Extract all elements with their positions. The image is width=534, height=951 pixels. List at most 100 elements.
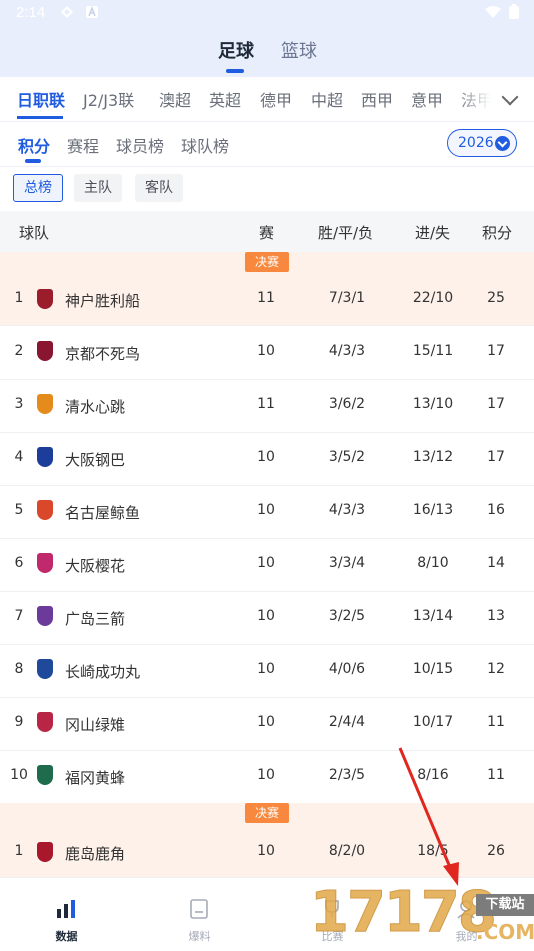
- team-logo-icon: [37, 394, 53, 414]
- team-logo-icon: [37, 553, 53, 573]
- games: 10: [257, 767, 275, 783]
- table-row[interactable]: 3 清水心跳 11 3/6/2 13/10 17: [0, 379, 534, 433]
- tab-standings[interactable]: 积分: [18, 133, 50, 157]
- rank: 1: [14, 290, 24, 306]
- rank: 4: [14, 449, 24, 465]
- goals: 13/14: [412, 608, 454, 624]
- wdl: 3/2/5: [328, 608, 366, 624]
- league-tab-csl[interactable]: 中超: [311, 87, 343, 111]
- table-row[interactable]: 7 广岛三箭 10 3/2/5 13/14 13: [0, 591, 534, 645]
- header-games: 赛: [259, 224, 275, 242]
- games: 10: [257, 555, 275, 571]
- nav-data[interactable]: 数据: [0, 878, 133, 951]
- points: 17: [487, 343, 505, 359]
- sub-tabs: 积分 赛程 球员榜 球队榜 2026: [0, 121, 534, 167]
- filter-away[interactable]: 客队: [135, 174, 183, 202]
- watermark-sub: 下载站: [476, 894, 534, 916]
- table-row[interactable]: 5 名古屋鲸鱼 10 4/3/3 16/13 16: [0, 485, 534, 539]
- goals: 22/10: [412, 290, 454, 306]
- season-selector[interactable]: 2026: [447, 129, 517, 157]
- games: 11: [257, 290, 275, 306]
- wdl: 3/3/4: [328, 555, 366, 571]
- league-tab-bundesliga[interactable]: 德甲: [260, 87, 292, 111]
- games: 11: [257, 396, 275, 412]
- team-logo-icon: [37, 341, 53, 361]
- header-team: 球队: [19, 224, 50, 242]
- points: 26: [487, 843, 505, 859]
- team-name: 长崎成功丸: [65, 663, 141, 681]
- wdl: 3/6/2: [328, 396, 366, 412]
- table-row[interactable]: 10 福冈黄蜂 10 2/3/5 8/16 11: [0, 750, 534, 804]
- points: 11: [487, 714, 505, 730]
- rank: 1: [14, 843, 24, 859]
- nav-label: 数据: [55, 930, 78, 943]
- tab-team-ranking[interactable]: 球队榜: [181, 133, 229, 157]
- playoff-badge: 决赛: [245, 803, 289, 823]
- team-name: 名古屋鲸鱼: [65, 504, 141, 522]
- battery-icon: [509, 4, 519, 19]
- league-tab-laliga[interactable]: 西甲: [361, 87, 393, 111]
- team-name: 福冈黄蜂: [65, 769, 126, 787]
- points: 11: [487, 767, 505, 783]
- table-row[interactable]: 2 京都不死鸟 10 4/3/3 15/11 17: [0, 326, 534, 380]
- filter-bar: 总榜 主队 客队: [0, 167, 534, 211]
- rank: 9: [14, 714, 24, 730]
- rank: 10: [10, 767, 28, 783]
- table-row[interactable]: 决赛 1 鹿岛鹿角 10 8/2/0 18/5 26: [0, 803, 534, 877]
- wdl: 8/2/0: [328, 843, 366, 859]
- chevron-down-icon: [495, 136, 510, 151]
- league-tab-epl[interactable]: 英超: [209, 87, 241, 111]
- team-logo-icon: [37, 447, 53, 467]
- watermark-main: 17178: [310, 880, 498, 946]
- table-row[interactable]: 9 冈山绿雉 10 2/4/4 10/17 11: [0, 697, 534, 751]
- table-row[interactable]: 8 长崎成功丸 10 4/0/6 10/15 12: [0, 644, 534, 698]
- wdl: 2/4/4: [328, 714, 366, 730]
- team-name: 大阪钢巴: [65, 451, 126, 469]
- rank: 2: [14, 343, 24, 359]
- wdl: 4/3/3: [328, 343, 366, 359]
- header-points: 积分: [482, 224, 513, 242]
- playoff-badge: 决赛: [245, 252, 289, 272]
- tab-football[interactable]: 足球: [218, 37, 254, 63]
- rank: 5: [14, 502, 24, 518]
- filter-overall[interactable]: 总榜: [13, 174, 63, 202]
- league-tab-seriea[interactable]: 意甲: [411, 87, 443, 111]
- document-icon: [190, 899, 208, 919]
- games: 10: [257, 843, 275, 859]
- league-tab-j2j3[interactable]: J2/J3联: [83, 87, 134, 111]
- table-header: 球队 赛 胜/平/负 进/失 积分: [0, 211, 534, 252]
- sport-tabs: 足球 篮球: [0, 37, 534, 77]
- points: 13: [487, 608, 505, 624]
- tab-schedule[interactable]: 赛程: [67, 133, 99, 157]
- games: 10: [257, 661, 275, 677]
- games: 10: [257, 502, 275, 518]
- team-name: 清水心跳: [65, 398, 126, 416]
- rank: 8: [14, 661, 24, 677]
- nav-news[interactable]: 爆料: [133, 878, 266, 951]
- points: 14: [487, 555, 505, 571]
- a-notification-icon: [86, 5, 98, 18]
- league-tab-j1[interactable]: 日职联: [17, 87, 65, 111]
- tab-basketball[interactable]: 篮球: [281, 37, 317, 63]
- games: 10: [257, 449, 275, 465]
- wdl: 7/3/1: [328, 290, 366, 306]
- team-logo-icon: [37, 842, 53, 862]
- table-row[interactable]: 决赛 1 神户胜利船 11 7/3/1 22/10 25: [0, 252, 534, 326]
- points: 17: [487, 396, 505, 412]
- tab-player-ranking[interactable]: 球员榜: [116, 133, 164, 157]
- games: 10: [257, 608, 275, 624]
- goals: 13/12: [412, 449, 454, 465]
- table-row[interactable]: 6 大阪樱花 10 3/3/4 8/10 14: [0, 538, 534, 592]
- team-logo-icon: [37, 606, 53, 626]
- goals: 10/17: [412, 714, 454, 730]
- league-tab-aleague[interactable]: 澳超: [159, 87, 191, 111]
- team-name: 大阪樱花: [65, 557, 126, 575]
- table-row[interactable]: 4 大阪钢巴 10 3/5/2 13/12 17: [0, 432, 534, 486]
- standings-table: 决赛 1 神户胜利船 11 7/3/1 22/10 25 2 京都不死鸟 10 …: [0, 252, 534, 877]
- team-logo-icon: [37, 712, 53, 732]
- team-name: 广岛三箭: [65, 610, 126, 628]
- goals: 13/10: [412, 396, 454, 412]
- sub-tab-indicator: [25, 159, 41, 163]
- team-logo-icon: [37, 500, 53, 520]
- filter-home[interactable]: 主队: [74, 174, 122, 202]
